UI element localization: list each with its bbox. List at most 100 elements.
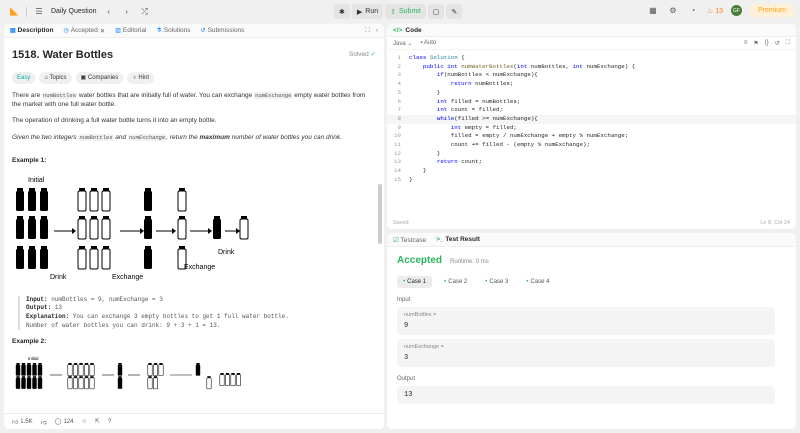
maximize-icon[interactable]: ⛶ <box>365 27 370 35</box>
daily-question-link[interactable]: Daily Question <box>51 8 97 15</box>
chevron-down-icon: ⌄ <box>407 40 413 47</box>
book-icon: ▥ <box>115 28 121 34</box>
code-editor[interactable]: 1 class Solution {2 public int numWaterBo… <box>387 50 796 185</box>
topics-chip[interactable]: ⌂ Topics <box>39 71 72 84</box>
line-number: 12 <box>394 149 401 157</box>
hint-chip[interactable]: ♁ Hint <box>127 71 155 84</box>
companies-chip[interactable]: ▣ Companies <box>75 71 124 84</box>
tab-solutions[interactable]: ⚗ Solutions <box>156 27 190 34</box>
upload-icon: ⇪ <box>390 8 396 16</box>
tab-accepted[interactable]: ◷ Accepted ✕ <box>63 27 105 35</box>
tab-test-result[interactable]: >_ Test Result <box>436 236 480 243</box>
line-number: 11 <box>394 141 401 149</box>
code-line[interactable]: 6 int filled = numBottles; <box>387 98 796 107</box>
code-line[interactable]: 10 filled = empty / numExchange + empty … <box>387 132 796 141</box>
history-icon: ↺ <box>200 28 206 34</box>
language-select[interactable]: Java ⌄ <box>393 40 412 47</box>
code-line[interactable]: 11 count += filled - (empty % numExchang… <box>387 141 796 150</box>
difficulty-badge[interactable]: Easy <box>12 71 36 84</box>
tab-editorial[interactable]: ▥ Editorial <box>115 27 146 34</box>
code-line[interactable]: 7 int count = filled; <box>387 106 796 115</box>
editor-button[interactable]: ▢ <box>427 4 445 19</box>
check-icon: ✓ <box>370 51 376 59</box>
case-3-tab[interactable]: • Case 3 <box>479 276 514 288</box>
result-tabs: ☑ Testcase >_ Test Result <box>387 233 796 247</box>
streak-counter[interactable]: ♨ 13 <box>707 7 723 15</box>
bug-icon: ✱ <box>339 8 345 16</box>
code-line[interactable]: 2 public int numWaterBottles(int numBott… <box>387 63 796 72</box>
svg-text:Exchange: Exchange <box>112 274 143 281</box>
tab-description[interactable]: ▤ Description <box>10 27 53 34</box>
code-line[interactable]: 14 } <box>387 167 796 176</box>
note-button[interactable]: ✎ <box>446 4 463 19</box>
collapse-icon[interactable]: ‹ <box>376 27 378 35</box>
code-text: int empty = filled; <box>450 123 517 131</box>
checkbox-icon: ☑ <box>393 236 399 244</box>
auto-mode[interactable]: ▪ Auto <box>420 40 436 46</box>
shuffle-icon[interactable]: ⤮ <box>139 6 151 18</box>
code-line[interactable]: 1 class Solution { <box>387 54 796 63</box>
example-1-image: Initial Drink Exchange Exchange Drink <box>16 177 249 281</box>
document-icon: ▤ <box>10 28 16 34</box>
reset-icon[interactable]: ↺ <box>775 40 780 47</box>
saved-status: Saved <box>393 220 409 226</box>
code-text: class Solution { <box>409 54 465 61</box>
favorite-button[interactable]: ☆ <box>81 418 86 425</box>
line-number: 13 <box>394 158 401 166</box>
next-icon[interactable]: › <box>121 6 133 18</box>
case-1-tab[interactable]: • Case 1 <box>397 276 433 288</box>
fullscreen-icon[interactable]: ⛶ <box>786 40 790 47</box>
line-number: 9 <box>397 123 401 131</box>
like-button[interactable]: 👍︎ 1.5K <box>12 418 33 426</box>
line-number: 2 <box>397 62 401 70</box>
format-icon[interactable]: ≡ <box>744 40 748 47</box>
code-line[interactable]: 4 return numBottles; <box>387 80 796 89</box>
svg-text:Exchange: Exchange <box>184 264 215 271</box>
share-button[interactable]: ⇱ <box>95 418 100 425</box>
line-number: 3 <box>397 71 401 79</box>
avatar[interactable]: GF <box>730 5 742 16</box>
case-2-tab[interactable]: • Case 2 <box>438 276 473 288</box>
svg-text:Initial: Initial <box>28 177 45 184</box>
lock-icon: ▪ <box>420 40 423 46</box>
tab-submissions[interactable]: ↺ Submissions <box>201 27 245 34</box>
leetcode-logo-icon[interactable]: ◣ <box>8 6 20 18</box>
run-button[interactable]: ▶ Run <box>351 4 384 19</box>
debug-button[interactable]: ✱ <box>334 4 350 19</box>
code-text: return numBottles; <box>450 80 514 88</box>
settings-icon[interactable]: ⚙ <box>667 5 679 17</box>
comments-button[interactable]: ◯ 124 <box>55 418 74 426</box>
code-panel: </> Code Java ⌄ ▪ Auto ≡ ⚑ {} ↺ ⛶ 1 class… <box>387 24 796 229</box>
prev-icon[interactable]: ‹ <box>103 6 115 18</box>
lock-icon: ▣ <box>80 74 87 81</box>
code-line[interactable]: 15} <box>387 176 796 185</box>
code-text: while(filled >= numExchange){ <box>436 114 538 122</box>
tab-testcase[interactable]: ☑ Testcase <box>393 236 426 244</box>
note-icon: ✎ <box>451 8 458 16</box>
notification-icon[interactable]: ◔ <box>687 5 699 17</box>
layout-icon[interactable]: ▦ <box>647 5 659 17</box>
close-icon[interactable]: ✕ <box>100 27 105 35</box>
help-button[interactable]: ? <box>108 419 111 425</box>
case-4-tab[interactable]: • Case 4 <box>520 276 555 288</box>
code-line[interactable]: 12 } <box>387 150 796 159</box>
example-1-io: Input: numBottles = 9, numExchange = 3 O… <box>18 295 376 331</box>
list-icon[interactable]: ☰ <box>33 6 45 18</box>
scrollbar[interactable] <box>378 184 382 244</box>
braces-icon[interactable]: {} <box>765 40 769 47</box>
thumbs-up-icon: 👍︎ <box>12 419 19 426</box>
submit-button[interactable]: ⇪ Submit <box>385 4 426 19</box>
paragraph-3: Given the two integers numBottles and nu… <box>12 134 342 142</box>
dislike-button[interactable]: 👎︎ <box>41 418 47 426</box>
code-line[interactable]: 13 return count; <box>387 158 796 167</box>
code-line[interactable]: 9 int empty = filled; <box>387 124 796 133</box>
code-line[interactable]: 3 if(numBottles < numExchange){ <box>387 71 796 80</box>
code-line[interactable]: 8 while(filled >= numExchange){ <box>387 114 796 124</box>
code-line[interactable]: 5 } <box>387 89 796 98</box>
terminal-icon: >_ <box>436 236 444 243</box>
problem-title[interactable]: 1518. Water Bottles <box>12 48 113 63</box>
star-icon: ☆ <box>81 419 87 425</box>
svg-text:Drink: Drink <box>218 249 235 256</box>
bookmark-icon[interactable]: ⚑ <box>753 40 758 47</box>
premium-button[interactable]: Premium <box>749 4 794 17</box>
